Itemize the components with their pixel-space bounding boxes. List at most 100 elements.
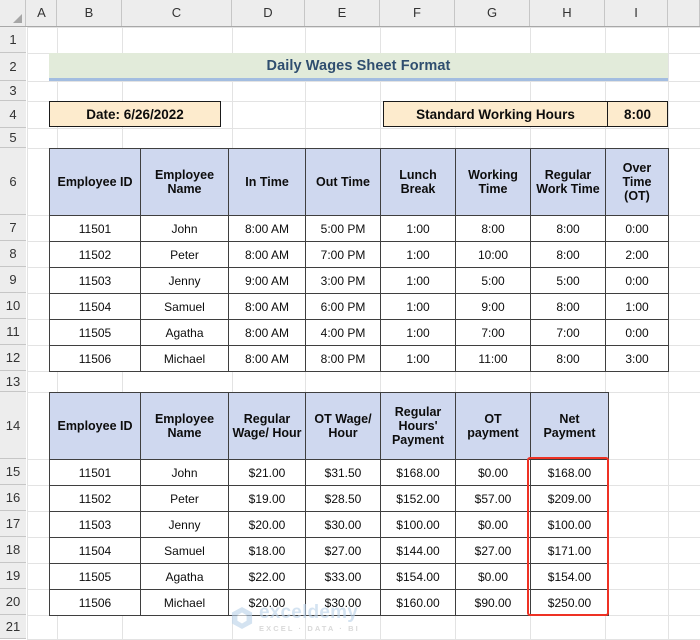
table-cell[interactable]: $152.00 [380, 485, 456, 512]
table-cell[interactable]: 8:00 AM [228, 293, 306, 320]
table-cell[interactable]: 8:00 AM [228, 215, 306, 242]
column-header-c[interactable]: C [122, 0, 232, 26]
row-header-21[interactable]: 21 [0, 615, 26, 639]
column-header-j-partial[interactable] [668, 0, 700, 26]
row-header-10[interactable]: 10 [0, 293, 26, 319]
table-cell[interactable]: 11504 [49, 293, 141, 320]
table-cell[interactable]: $20.00 [228, 511, 306, 538]
table-cell[interactable]: $57.00 [455, 485, 531, 512]
row-header-19[interactable]: 19 [0, 563, 26, 589]
table-cell[interactable]: 11506 [49, 589, 141, 616]
payment-col-header[interactable]: OT Wage/ Hour [305, 392, 381, 460]
table-cell[interactable]: 11503 [49, 267, 141, 294]
table-cell[interactable]: Michael [140, 589, 229, 616]
row-header-18[interactable]: 18 [0, 537, 26, 563]
table-cell[interactable]: $171.00 [530, 537, 609, 564]
table-cell[interactable]: $168.00 [530, 459, 609, 486]
table-cell[interactable]: $0.00 [455, 511, 531, 538]
attendance-col-header[interactable]: Employee ID [49, 148, 141, 216]
table-cell[interactable]: 11501 [49, 215, 141, 242]
table-cell[interactable]: Peter [140, 241, 229, 268]
table-cell[interactable]: $154.00 [530, 563, 609, 590]
table-cell[interactable]: 8:00 [530, 241, 606, 268]
table-cell[interactable]: 3:00 PM [305, 267, 381, 294]
table-cell[interactable]: John [140, 459, 229, 486]
table-cell[interactable]: $19.00 [228, 485, 306, 512]
row-header-3[interactable]: 3 [0, 81, 26, 101]
table-cell[interactable]: Samuel [140, 293, 229, 320]
table-cell[interactable]: 5:00 [530, 267, 606, 294]
table-cell[interactable]: 5:00 PM [305, 215, 381, 242]
column-header-g[interactable]: G [455, 0, 530, 26]
row-header-13[interactable]: 13 [0, 371, 26, 392]
row-header-5[interactable]: 5 [0, 128, 26, 148]
table-cell[interactable]: Peter [140, 485, 229, 512]
attendance-col-header[interactable]: In Time [228, 148, 306, 216]
table-cell[interactable]: 9:00 AM [228, 267, 306, 294]
table-cell[interactable]: $30.00 [305, 589, 381, 616]
table-cell[interactable]: 1:00 [380, 241, 456, 268]
table-cell[interactable]: 6:00 PM [305, 293, 381, 320]
row-header-6[interactable]: 6 [0, 148, 26, 215]
table-cell[interactable]: $28.50 [305, 485, 381, 512]
table-cell[interactable]: 11504 [49, 537, 141, 564]
table-cell[interactable]: 7:00 [455, 319, 531, 346]
date-cell[interactable]: Date: 6/26/2022 [49, 101, 221, 127]
table-cell[interactable]: Jenny [140, 267, 229, 294]
table-cell[interactable]: Michael [140, 345, 229, 372]
attendance-col-header[interactable]: Regular Work Time [530, 148, 606, 216]
attendance-col-header[interactable]: Employee Name [140, 148, 229, 216]
table-cell[interactable]: 7:00 [530, 319, 606, 346]
standard-working-hours-label-cell[interactable]: Standard Working Hours [383, 101, 608, 127]
table-cell[interactable]: $27.00 [305, 537, 381, 564]
column-header-d[interactable]: D [232, 0, 305, 26]
payment-col-header[interactable]: Regular Wage/ Hour [228, 392, 306, 460]
table-cell[interactable]: Agatha [140, 319, 229, 346]
table-cell[interactable]: 8:00 AM [228, 319, 306, 346]
table-cell[interactable]: $209.00 [530, 485, 609, 512]
table-cell[interactable]: 0:00 [605, 215, 669, 242]
row-header-20[interactable]: 20 [0, 589, 26, 615]
table-cell[interactable]: 11:00 [455, 345, 531, 372]
column-header-i[interactable]: I [605, 0, 668, 26]
table-cell[interactable]: 5:00 [455, 267, 531, 294]
table-cell[interactable]: Jenny [140, 511, 229, 538]
table-cell[interactable]: 0:00 [605, 319, 669, 346]
row-header-17[interactable]: 17 [0, 511, 26, 537]
table-cell[interactable]: $168.00 [380, 459, 456, 486]
column-header-f[interactable]: F [380, 0, 455, 26]
table-cell[interactable]: $160.00 [380, 589, 456, 616]
table-cell[interactable]: John [140, 215, 229, 242]
table-cell[interactable]: $21.00 [228, 459, 306, 486]
table-cell[interactable]: 1:00 [380, 319, 456, 346]
table-cell[interactable]: $100.00 [380, 511, 456, 538]
table-cell[interactable]: $18.00 [228, 537, 306, 564]
table-cell[interactable]: 8:00 PM [305, 345, 381, 372]
row-header-1[interactable]: 1 [0, 27, 26, 53]
attendance-col-header[interactable]: Working Time [455, 148, 531, 216]
table-cell[interactable]: 8:00 [530, 215, 606, 242]
standard-working-hours-value-cell[interactable]: 8:00 [607, 101, 668, 127]
row-header-12[interactable]: 12 [0, 345, 26, 371]
row-header-7[interactable]: 7 [0, 215, 26, 241]
table-cell[interactable]: 8:00 [455, 215, 531, 242]
table-cell[interactable]: 11502 [49, 241, 141, 268]
attendance-col-header[interactable]: Out Time [305, 148, 381, 216]
table-cell[interactable]: $20.00 [228, 589, 306, 616]
table-cell[interactable]: $100.00 [530, 511, 609, 538]
payment-col-header[interactable]: Regular Hours' Payment [380, 392, 456, 460]
table-cell[interactable]: $90.00 [455, 589, 531, 616]
table-cell[interactable]: 7:00 PM [305, 241, 381, 268]
table-cell[interactable]: 1:00 [380, 345, 456, 372]
table-cell[interactable]: 10:00 [455, 241, 531, 268]
payment-col-header[interactable]: OT payment [455, 392, 531, 460]
table-cell[interactable]: 8:00 AM [228, 345, 306, 372]
table-cell[interactable]: 8:00 [530, 345, 606, 372]
table-cell[interactable]: 11501 [49, 459, 141, 486]
table-cell[interactable]: $22.00 [228, 563, 306, 590]
row-header-4[interactable]: 4 [0, 101, 26, 128]
table-cell[interactable]: 11502 [49, 485, 141, 512]
table-cell[interactable]: 4:00 PM [305, 319, 381, 346]
table-cell[interactable]: 3:00 [605, 345, 669, 372]
column-header-e[interactable]: E [305, 0, 380, 26]
